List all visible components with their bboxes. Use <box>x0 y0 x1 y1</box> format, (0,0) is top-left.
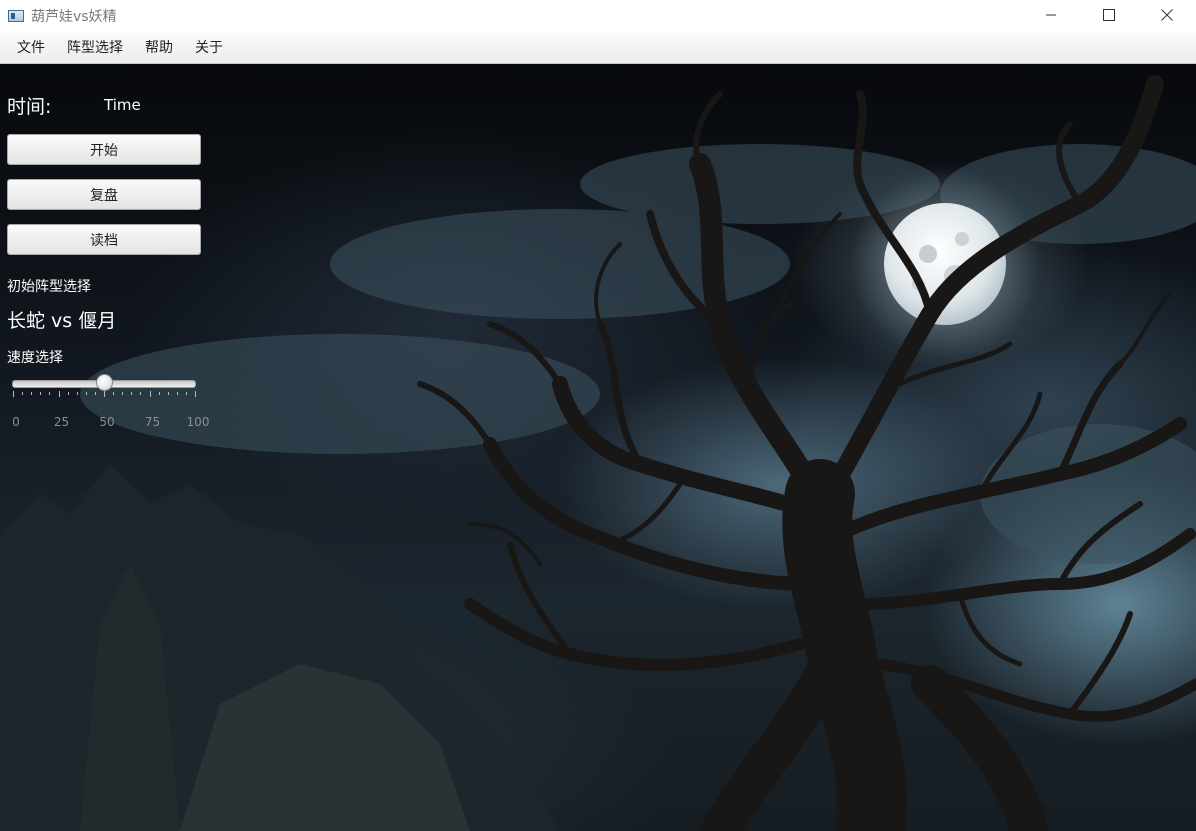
slider-minor-tick <box>22 392 24 395</box>
moon <box>850 169 1040 359</box>
slider-minor-tick <box>122 392 124 395</box>
slider-minor-tick <box>31 392 33 395</box>
menu-file[interactable]: 文件 <box>6 32 56 64</box>
game-scene: 时间: Time 开始 复盘 读档 初始阵型选择 长蛇 vs 偃月 速度选择 0… <box>0 64 1196 831</box>
slider-major-tick <box>149 391 151 397</box>
formation-label: 初始阵型选择 <box>7 279 91 295</box>
menu-help[interactable]: 帮助 <box>134 32 184 64</box>
slider-tick-label: 75 <box>144 415 161 429</box>
maximize-icon <box>1103 9 1115 21</box>
time-label: 时间: <box>7 96 52 118</box>
slider-major-tick <box>13 391 14 397</box>
slider-thumb[interactable] <box>96 374 113 391</box>
formation-value: 长蛇 vs 偃月 <box>7 310 117 332</box>
forest-silhouette <box>0 464 560 831</box>
slider-major-tick <box>104 391 105 397</box>
app-window: 葫芦娃vs妖精 文件 阵型选择 帮助 关于 时间: Time 开始 复盘 读档 … <box>0 0 1196 831</box>
maximize-button[interactable] <box>1080 0 1138 30</box>
slider-minor-tick <box>167 392 169 395</box>
close-button[interactable] <box>1138 0 1196 30</box>
slider-minor-tick <box>67 392 69 395</box>
slider-major-tick <box>58 391 60 397</box>
time-value: Time <box>104 96 141 114</box>
slider-minor-tick <box>85 392 87 395</box>
slider-ticks: 0 25 50 75 100 <box>12 391 209 429</box>
slider-minor-tick <box>76 392 78 395</box>
close-icon <box>1161 9 1173 21</box>
slider-major-tick <box>195 391 196 397</box>
menu-about[interactable]: 关于 <box>184 32 234 64</box>
menu-bar: 文件 阵型选择 帮助 关于 <box>0 32 1196 64</box>
menu-formation[interactable]: 阵型选择 <box>56 32 134 64</box>
slider-minor-tick <box>140 392 142 395</box>
minimize-button[interactable] <box>1022 0 1080 30</box>
slider-tick-label: 0 <box>12 415 20 429</box>
slider-minor-tick <box>113 392 115 395</box>
load-button[interactable]: 读档 <box>7 224 201 255</box>
slider-minor-tick <box>131 392 133 395</box>
app-window-icon <box>8 10 24 22</box>
slider-tick-label: 25 <box>53 415 70 429</box>
start-button[interactable]: 开始 <box>7 134 201 165</box>
window-controls <box>1022 0 1196 30</box>
window-title: 葫芦娃vs妖精 <box>31 9 117 25</box>
slider-minor-tick <box>176 392 178 395</box>
slider-minor-tick <box>49 392 51 395</box>
minimize-icon <box>1046 14 1056 16</box>
replay-button[interactable]: 复盘 <box>7 179 201 210</box>
slider-minor-tick <box>158 392 160 395</box>
cloud-layer <box>80 144 1196 564</box>
slider-minor-tick <box>94 392 96 395</box>
slider-minor-tick <box>40 392 42 395</box>
title-bar[interactable]: 葫芦娃vs妖精 <box>0 0 1196 32</box>
speed-label: 速度选择 <box>7 350 63 366</box>
slider-minor-tick <box>185 392 187 395</box>
slider-tick-label: 50 <box>99 415 115 429</box>
speed-slider[interactable]: 0 25 50 75 100 <box>12 374 209 429</box>
slider-tick-label: 100 <box>186 415 210 429</box>
